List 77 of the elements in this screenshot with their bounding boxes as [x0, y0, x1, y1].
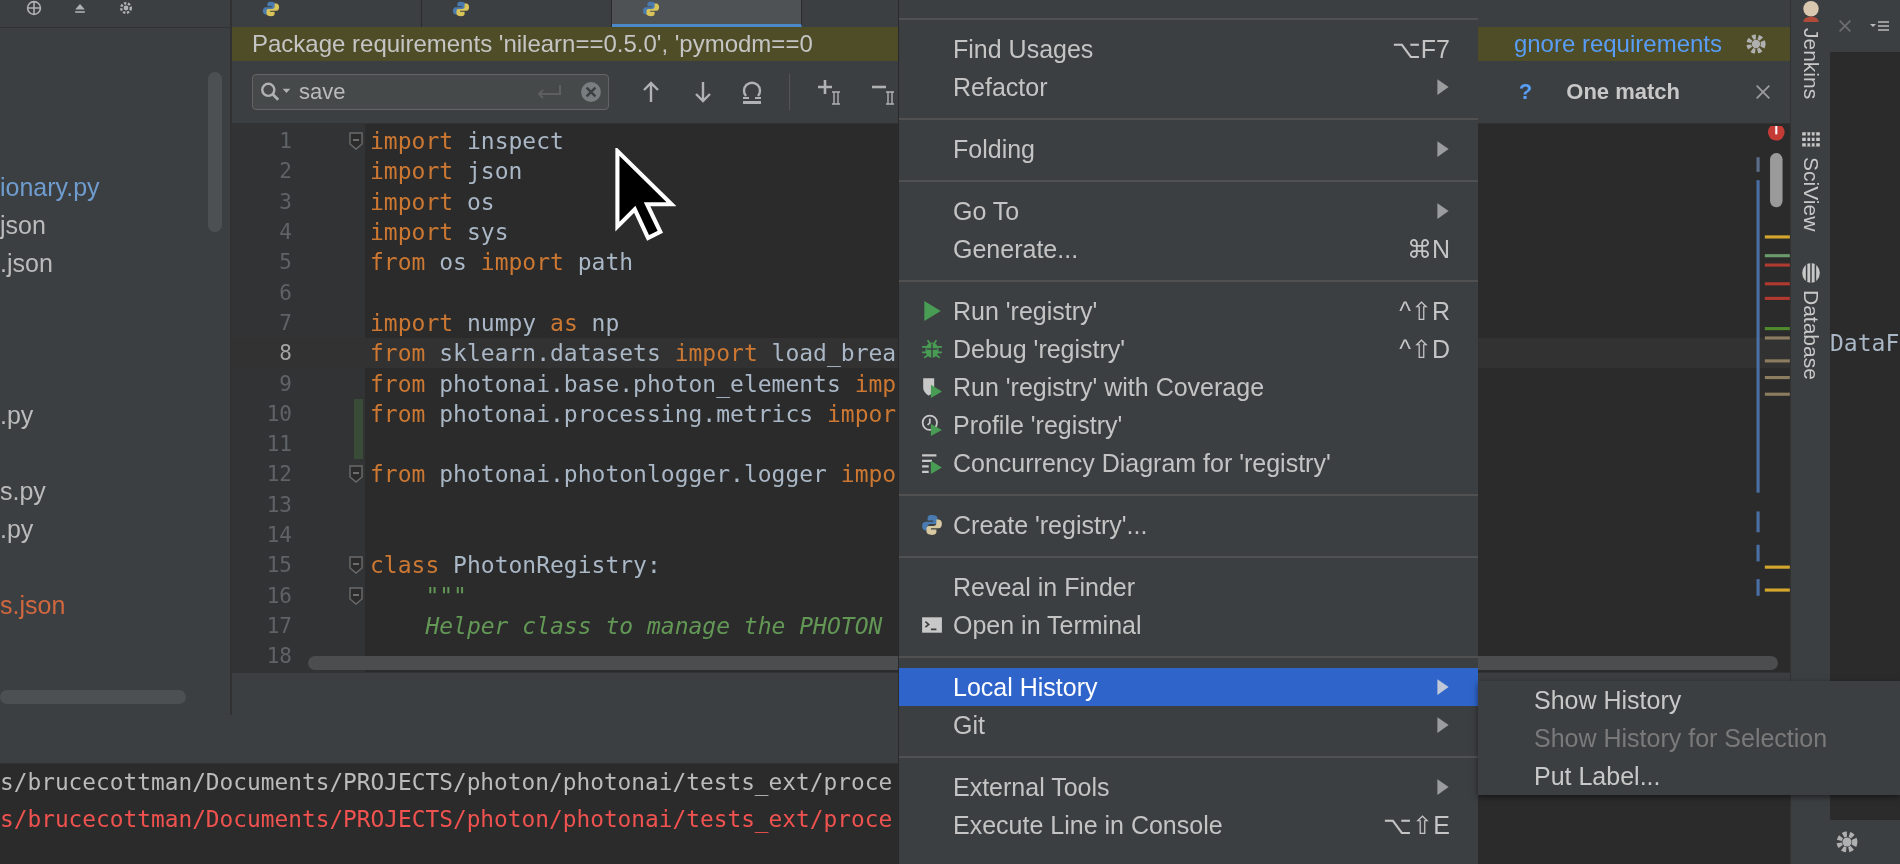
- file-name[interactable]: s.py: [0, 476, 46, 506]
- search-icon[interactable]: [259, 81, 293, 103]
- code-line: from photonai.base.photon_elements imp: [369, 370, 897, 397]
- fold-icon[interactable]: [349, 132, 363, 151]
- menu-item[interactable]: Show History: [1478, 681, 1900, 719]
- file-name[interactable]: ionary.py: [0, 172, 100, 202]
- menu-item[interactable]: Find Usages ⌥F7: [899, 30, 1478, 68]
- close-icon[interactable]: [1836, 17, 1854, 35]
- code-line: import numpy as np: [369, 309, 620, 336]
- console-line: s/brucecottman/Documents/PROJECTS/photon/photonai/tests_ext/proce: [0, 769, 893, 798]
- code-line: from photonai.photonlogger.logger impo: [369, 461, 897, 488]
- editor-tab[interactable]: [612, 0, 802, 27]
- menu-item[interactable]: Go To: [899, 192, 1478, 230]
- arrow-up-icon[interactable]: [641, 79, 661, 105]
- code-line: import json: [369, 158, 523, 185]
- menu-item[interactable]: Generate... ⌘N: [899, 230, 1478, 268]
- tool-window-button[interactable]: SciView: [1798, 129, 1823, 232]
- menu-item[interactable]: Put Label...: [1478, 757, 1900, 795]
- fold-icon[interactable]: [349, 465, 363, 484]
- menu-item[interactable]: Refactor: [899, 68, 1478, 106]
- arrow-down-icon[interactable]: [693, 79, 713, 105]
- terminal-icon: [921, 614, 943, 636]
- settings-icon[interactable]: [1744, 32, 1768, 56]
- fold-icon[interactable]: [349, 556, 363, 575]
- file-name[interactable]: .py: [0, 514, 34, 544]
- menu-item[interactable]: Folding: [899, 130, 1478, 168]
- target-icon[interactable]: [24, 0, 44, 16]
- bug-icon: [921, 338, 943, 360]
- console-line: s/brucecottman/Documents/PROJECTS/photon/photonai/tests_ext/proce: [0, 806, 893, 835]
- file-name[interactable]: json: [0, 210, 46, 240]
- code-line: import inspect: [369, 128, 564, 155]
- search-field[interactable]: save: [252, 74, 609, 110]
- code-line: Helper class to manage the PHOTON: [424, 612, 883, 639]
- menu-item[interactable]: Profile 'registry': [899, 406, 1478, 444]
- settings-icon[interactable]: [1834, 829, 1860, 855]
- close-icon[interactable]: [1754, 83, 1772, 101]
- file-name[interactable]: .py: [0, 400, 34, 430]
- menu-item[interactable]: Create 'registry'...: [899, 506, 1478, 544]
- notification-message: Package requirements 'nilearn==0.5.0', 'pymodm==0: [252, 30, 813, 58]
- coverage-icon: [921, 376, 943, 398]
- menu-item[interactable]: Git: [899, 706, 1478, 744]
- menu-item[interactable]: Run 'registry' with Coverage: [899, 368, 1478, 406]
- menu-item[interactable]: Concurrency Diagram for 'registry': [899, 444, 1478, 482]
- tool-window-button[interactable]: Jenkins: [1798, 0, 1823, 100]
- mouse-cursor-icon: [614, 148, 676, 242]
- menu-item[interactable]: Run 'registry' ^⇧R: [899, 292, 1478, 330]
- python-icon: [260, 0, 282, 18]
- database-icon: [1799, 261, 1822, 284]
- help-link[interactable]: ?: [1518, 79, 1533, 105]
- menu-item[interactable]: External Tools: [899, 768, 1478, 806]
- line-number: 8: [278, 341, 292, 366]
- diagram-play-icon: [921, 452, 943, 474]
- python-icon: [640, 0, 662, 18]
- menu-item[interactable]: Open in Terminal: [899, 606, 1478, 644]
- menu-item[interactable]: Reveal in Finder: [899, 568, 1478, 606]
- code-line: import os: [369, 188, 495, 215]
- clock-play-icon: [921, 414, 943, 436]
- play-icon: [921, 300, 943, 322]
- clear-icon[interactable]: [580, 81, 602, 103]
- match-count: One match: [1566, 79, 1680, 105]
- search-input[interactable]: save: [299, 79, 534, 105]
- menu-item[interactable]: Debug 'registry' ^⇧D: [899, 330, 1478, 368]
- code-line: import sys: [369, 219, 509, 246]
- code-line: DataF: [1830, 330, 1900, 356]
- code-line: from photonai.processing.metrics impor: [369, 400, 897, 427]
- file-name[interactable]: .json: [0, 248, 53, 278]
- code-line: """: [424, 582, 467, 609]
- menu-item[interactable]: Local History: [899, 668, 1478, 706]
- code-line: class PhotonRegistry:: [369, 552, 661, 579]
- python-icon: [921, 514, 943, 536]
- tool-window-button[interactable]: Database: [1798, 261, 1823, 380]
- python-icon: [450, 0, 472, 18]
- menu-item[interactable]: Execute Line in Console ⌥⇧E: [899, 806, 1478, 844]
- fold-icon[interactable]: [349, 586, 363, 605]
- code-line: from sklearn.datasets import load_brea: [369, 340, 897, 367]
- ignore-link[interactable]: gnore requirements: [1513, 30, 1722, 58]
- code-line: from os import path: [369, 249, 634, 276]
